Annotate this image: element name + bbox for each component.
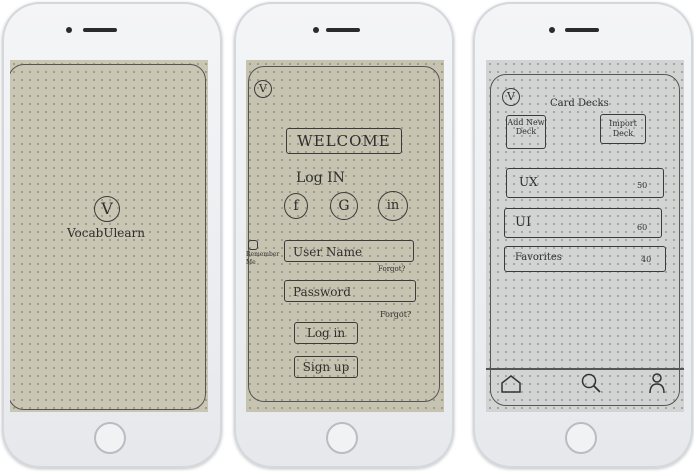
deck-count: 60 bbox=[637, 223, 648, 232]
deck-count: 50 bbox=[637, 181, 648, 190]
deck-item[interactable]: UX 50 bbox=[506, 168, 664, 198]
camera-icon bbox=[313, 27, 319, 33]
profile-icon[interactable] bbox=[648, 372, 666, 394]
home-button[interactable] bbox=[94, 422, 126, 454]
username-field[interactable]: User Name bbox=[284, 240, 414, 262]
app-name: VocabUlearn bbox=[66, 226, 146, 240]
login-heading: Log IN bbox=[296, 170, 345, 186]
phone-splash: V VocabUlearn bbox=[2, 2, 222, 468]
camera-icon bbox=[549, 27, 555, 33]
login-screen: V WELCOME Log IN f G in Remember Me User… bbox=[246, 60, 444, 412]
home-button[interactable] bbox=[565, 422, 597, 454]
home-button[interactable] bbox=[326, 422, 358, 454]
screen-frame bbox=[248, 66, 440, 402]
phone-decks: V Card Decks Add New Deck Import Deck UX… bbox=[473, 2, 693, 468]
speaker-icon bbox=[565, 28, 599, 32]
forgot-password-link[interactable]: Forgot? bbox=[380, 310, 411, 319]
home-icon[interactable] bbox=[500, 374, 522, 394]
login-button[interactable]: Log in bbox=[294, 322, 358, 344]
deck-name: UX bbox=[519, 175, 538, 189]
nav-divider bbox=[486, 368, 684, 370]
add-new-deck-button[interactable]: Add New Deck bbox=[506, 115, 546, 149]
deck-name: Favorites bbox=[515, 252, 562, 263]
splash-screen: V VocabUlearn bbox=[10, 60, 208, 412]
search-icon[interactable] bbox=[580, 372, 602, 394]
decks-screen: V Card Decks Add New Deck Import Deck UX… bbox=[486, 60, 684, 412]
deck-count: 40 bbox=[641, 255, 652, 264]
logo-icon: V bbox=[502, 88, 520, 106]
speaker-icon bbox=[83, 28, 117, 32]
signup-button[interactable]: Sign up bbox=[294, 356, 358, 378]
decks-title: Card Decks bbox=[550, 98, 609, 109]
logo-icon: V bbox=[94, 196, 120, 222]
welcome-banner: WELCOME bbox=[286, 128, 402, 154]
password-field[interactable]: Password bbox=[284, 280, 416, 302]
speaker-icon bbox=[326, 28, 360, 32]
camera-icon bbox=[66, 27, 72, 33]
linkedin-icon[interactable]: in bbox=[378, 191, 408, 221]
phone-login: V WELCOME Log IN f G in Remember Me User… bbox=[234, 2, 454, 468]
remember-me-label: Remember Me bbox=[246, 251, 280, 266]
deck-item[interactable]: UI 60 bbox=[504, 208, 662, 238]
forgot-username-link[interactable]: Forgot? bbox=[378, 265, 405, 273]
remember-me-checkbox[interactable] bbox=[248, 240, 258, 250]
deck-item[interactable]: Favorites 40 bbox=[504, 246, 666, 272]
facebook-icon[interactable]: f bbox=[284, 193, 308, 219]
deck-name: UI bbox=[515, 215, 532, 230]
logo-icon: V bbox=[254, 80, 272, 98]
google-icon[interactable]: G bbox=[330, 192, 358, 220]
import-deck-button[interactable]: Import Deck bbox=[600, 114, 646, 144]
